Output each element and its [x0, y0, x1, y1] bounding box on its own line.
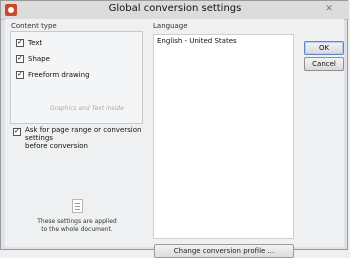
title-bar: Global conversion settings ✕ [1, 1, 349, 20]
dialog-content: Content type Text Shape Freeform drawing… [5, 19, 344, 258]
content-type-group: Text Shape Freeform drawing Graphics and… [10, 31, 143, 124]
settings-note: These settings are applied to the whole … [32, 218, 122, 234]
text-checkbox-label: Text [28, 39, 43, 47]
language-label: Language [153, 22, 188, 30]
close-icon[interactable]: ✕ [315, 1, 343, 18]
change-profile-button[interactable]: Change conversion profile ... [154, 244, 294, 258]
language-list[interactable]: English - United States [153, 34, 294, 239]
ask-settings-line2: before conversion [25, 142, 88, 150]
freeform-drawing-label: Freeform drawing [28, 71, 90, 79]
settings-window: Global conversion settings ✕ Content typ… [0, 0, 349, 258]
shape-checkbox[interactable] [16, 54, 24, 63]
text-checkbox[interactable] [16, 38, 24, 47]
window-title: Global conversion settings [108, 3, 242, 14]
freeform-drawing-checkbox[interactable] [16, 70, 24, 79]
settings-note-line2: to the whole document. [41, 226, 113, 233]
settings-note-line1: These settings are applied [37, 218, 117, 225]
ask-settings-checkbox[interactable] [13, 127, 21, 136]
ask-settings-label: Ask for page range or conversion setting… [25, 126, 150, 150]
ok-button[interactable]: OK [304, 41, 344, 55]
content-type-hint: Graphics and Text inside [50, 105, 124, 112]
document-icon [72, 199, 83, 213]
language-item[interactable]: English - United States [157, 37, 237, 45]
shape-checkbox-label: Shape [28, 55, 50, 63]
content-type-label: Content type [11, 22, 57, 30]
cancel-button[interactable]: Cancel [304, 57, 344, 71]
ask-settings-line1: Ask for page range or conversion setting… [25, 126, 142, 142]
